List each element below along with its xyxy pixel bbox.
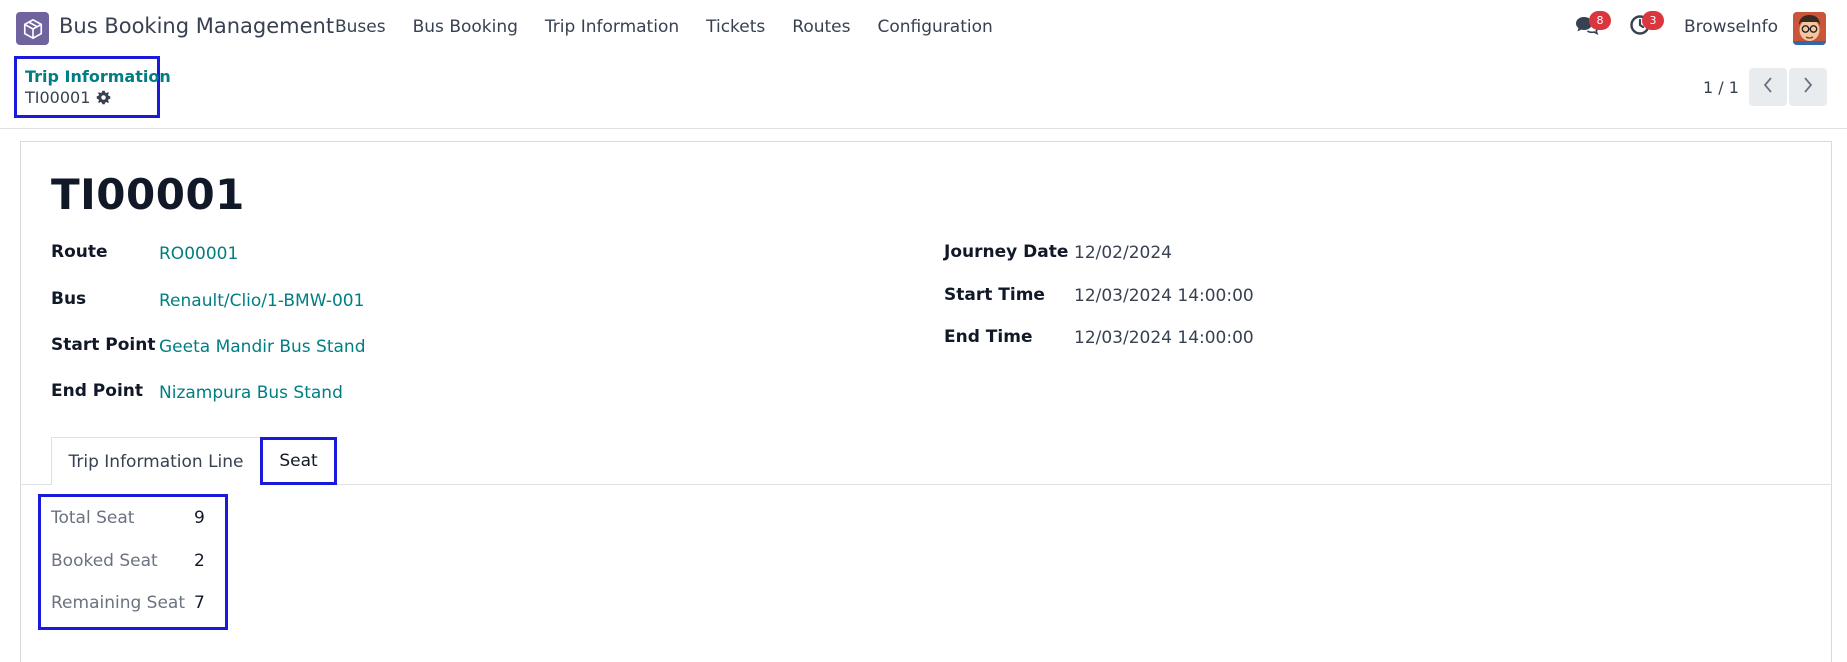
pager-next-button[interactable] [1789, 68, 1827, 106]
menu-item-bus-booking[interactable]: Bus Booking [413, 17, 518, 37]
activities-button[interactable]: 3 [1627, 11, 1664, 40]
end-point-label: End Point [51, 381, 143, 401]
tab-seat[interactable]: Seat [260, 437, 337, 485]
breadcrumb-highlight [14, 56, 160, 118]
booked-seat-value: 2 [194, 551, 205, 571]
bus-link[interactable]: Renault/Clio/1-BMW-001 [159, 291, 364, 311]
messages-count-badge: 8 [1589, 11, 1611, 30]
bus-label: Bus [51, 289, 87, 309]
messages-button[interactable]: 8 [1574, 11, 1611, 40]
start-point-link[interactable]: Geeta Mandir Bus Stand [159, 337, 365, 357]
menu-item-trip-information[interactable]: Trip Information [545, 17, 679, 37]
app-name[interactable]: Bus Booking Management [59, 14, 334, 38]
app-home-icon[interactable] [16, 12, 49, 45]
route-label: Route [51, 242, 108, 262]
pager-counter[interactable]: 1 / 1 [1703, 78, 1739, 97]
booked-seat-label: Booked Seat [51, 551, 158, 571]
total-seat-value: 9 [194, 508, 205, 528]
menu-item-configuration[interactable]: Configuration [878, 17, 993, 37]
chevron-right-icon [1802, 76, 1814, 98]
end-point-link[interactable]: Nizampura Bus Stand [159, 383, 343, 403]
menu-item-tickets[interactable]: Tickets [706, 17, 765, 37]
end-time-value[interactable]: 12/03/2024 14:00:00 [1074, 328, 1254, 348]
start-time-label: Start Time [944, 285, 1045, 305]
total-seat-label: Total Seat [51, 508, 135, 528]
user-name[interactable]: BrowseInfo [1684, 17, 1778, 37]
start-point-label: Start Point [51, 335, 156, 355]
tab-trip-information-line[interactable]: Trip Information Line [51, 437, 261, 485]
breadcrumb-current: TI00001 [25, 88, 111, 107]
remaining-seat-value: 7 [194, 593, 205, 613]
top-navbar: Bus Booking Management Buses Bus Booking… [0, 0, 1847, 56]
start-time-value[interactable]: 12/03/2024 14:00:00 [1074, 286, 1254, 306]
pager-previous-button[interactable] [1749, 68, 1787, 106]
chevron-left-icon [1762, 76, 1774, 98]
activities-count-badge: 3 [1642, 11, 1664, 30]
main-menu: Buses Bus Booking Trip Information Ticke… [335, 17, 1020, 37]
control-panel [0, 56, 1847, 129]
journey-date-label: Journey Date [944, 242, 1069, 262]
gear-icon[interactable] [96, 90, 111, 105]
breadcrumb-parent-link[interactable]: Trip Information [25, 67, 171, 86]
user-avatar[interactable] [1793, 12, 1826, 45]
route-link[interactable]: RO00001 [159, 244, 238, 264]
record-title: TI00001 [51, 170, 245, 219]
menu-item-buses[interactable]: Buses [335, 17, 386, 37]
remaining-seat-label: Remaining Seat [51, 593, 186, 613]
breadcrumb-current-label: TI00001 [25, 88, 91, 107]
end-time-label: End Time [944, 327, 1033, 347]
journey-date-value[interactable]: 12/02/2024 [1074, 243, 1172, 263]
menu-item-routes[interactable]: Routes [792, 17, 850, 37]
